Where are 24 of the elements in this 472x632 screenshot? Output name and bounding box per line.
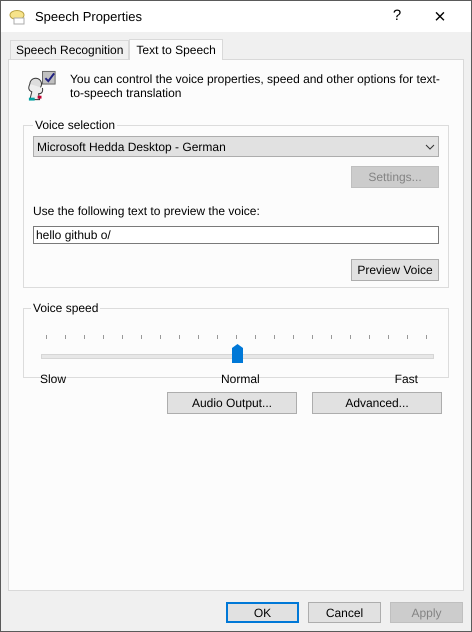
slider-label: Fast bbox=[394, 371, 418, 388]
help-button[interactable]: ? bbox=[377, 5, 417, 28]
advanced-button[interactable]: Advanced... bbox=[312, 392, 442, 414]
audio-output-button[interactable]: Audio Output... bbox=[167, 392, 297, 414]
chevron-down-icon bbox=[425, 144, 435, 150]
preview-text-field[interactable]: hello github o/ bbox=[33, 226, 439, 244]
cancel-button[interactable]: Cancel bbox=[308, 602, 381, 623]
slider-thumb[interactable] bbox=[232, 344, 243, 363]
preview-voice-button[interactable]: Preview Voice bbox=[351, 259, 439, 281]
tab[interactable]: Text to Speech bbox=[129, 39, 223, 60]
close-button[interactable]: × bbox=[417, 6, 463, 26]
slider-label: Slow bbox=[40, 371, 66, 388]
window-title: Speech Properties bbox=[35, 8, 142, 26]
speech-bubble-icon bbox=[9, 8, 27, 24]
speed-slider[interactable] bbox=[41, 333, 434, 361]
group-label: Voice speed bbox=[32, 300, 100, 317]
description-text: You can control the voice properties, speed and other options for text-to-speech translation bbox=[70, 71, 441, 100]
ok-button[interactable]: OK bbox=[226, 602, 299, 623]
tab[interactable]: Speech Recognition bbox=[10, 40, 130, 59]
field-label: Use the following text to preview the voice: bbox=[33, 203, 261, 220]
voice-dropdown[interactable]: Microsoft Hedda Desktop - German bbox=[33, 136, 439, 157]
dropdown-value: Microsoft Hedda Desktop - German bbox=[37, 138, 227, 156]
slider-label: Normal bbox=[221, 371, 260, 388]
group-label: Voice selection bbox=[34, 117, 116, 134]
